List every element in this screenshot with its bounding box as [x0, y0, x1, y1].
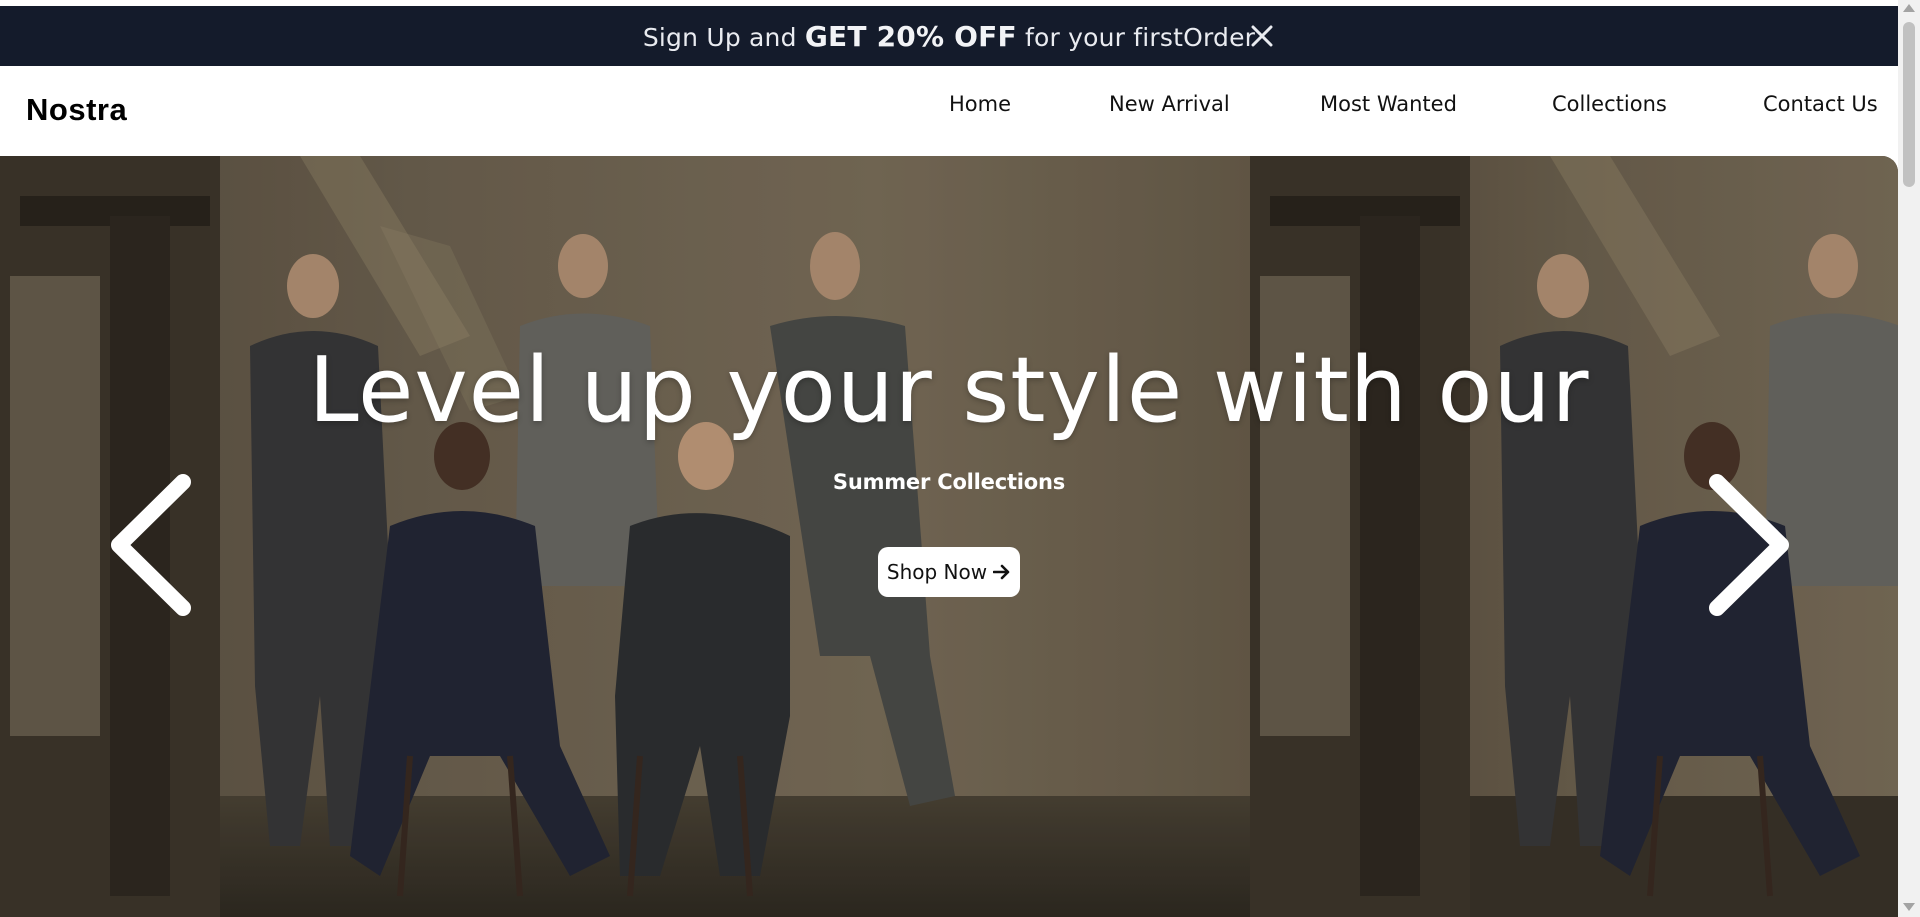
promo-prefix: Sign Up and	[642, 22, 805, 52]
brand-logo[interactable]: Nostra	[26, 92, 127, 128]
promo-suffix: for your firstOrder	[1016, 22, 1256, 52]
carousel-prev-button[interactable]	[100, 470, 200, 620]
scroll-down-arrow-icon[interactable]	[1903, 903, 1915, 911]
navbar: Nostra Home New Arrival Most Wanted Coll…	[0, 66, 1898, 156]
carousel-next-button[interactable]	[1700, 470, 1800, 620]
scroll-up-arrow-icon[interactable]	[1903, 4, 1915, 12]
men-in-suits-photo	[1250, 156, 1898, 917]
promo-text: Sign Up and GET 20% OFF for your firstOr…	[643, 20, 1255, 53]
nav-link-home[interactable]: Home	[949, 92, 1011, 116]
scrollbar-thumb[interactable]	[1903, 22, 1915, 187]
promo-highlight: GET 20% OFF	[804, 19, 1017, 53]
promo-banner: Sign Up and GET 20% OFF for your firstOr…	[0, 6, 1898, 66]
nav-link-most-wanted[interactable]: Most Wanted	[1320, 92, 1457, 116]
hero-headline: Level up your style with our	[308, 338, 1590, 443]
hero-slide-image-next	[1250, 156, 1898, 917]
hero-subheadline: Summer Collections	[832, 470, 1066, 494]
chevron-left-icon	[111, 474, 191, 616]
close-promo-button[interactable]	[1244, 18, 1280, 54]
nav-link-collections[interactable]: Collections	[1552, 92, 1667, 116]
page-scrollbar[interactable]	[1898, 0, 1920, 917]
shop-now-label: Shop Now	[886, 560, 988, 584]
chevron-right-icon	[1709, 474, 1789, 616]
nav-link-new-arrival[interactable]: New Arrival	[1109, 92, 1230, 116]
close-icon	[1251, 25, 1273, 47]
shop-now-button[interactable]: Shop Now	[878, 547, 1020, 597]
hero-carousel	[0, 156, 1898, 917]
arrow-right-icon	[993, 564, 1010, 580]
nav-link-contact-us[interactable]: Contact Us	[1763, 92, 1878, 116]
